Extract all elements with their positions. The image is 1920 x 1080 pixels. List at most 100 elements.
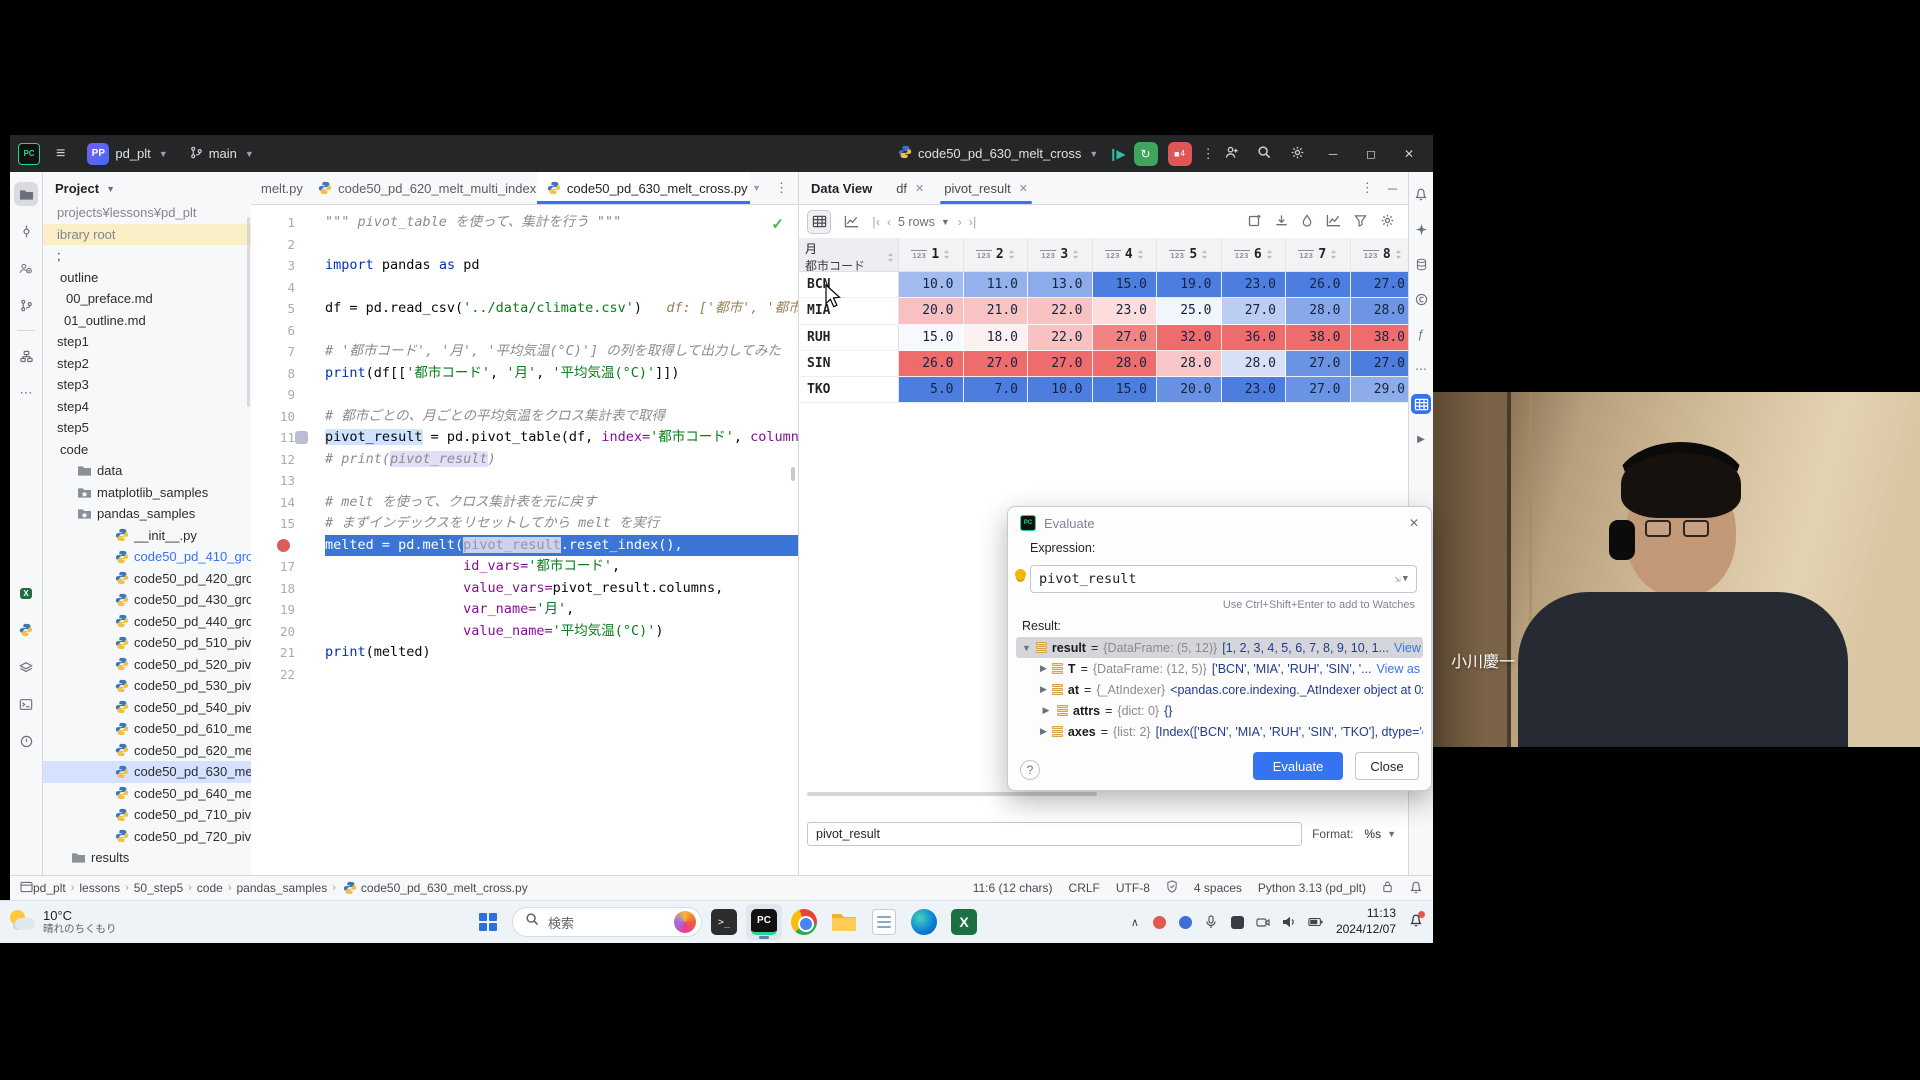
table-cell[interactable]: 13.0 [1028, 272, 1093, 298]
table-cell[interactable]: 38.0 [1286, 325, 1351, 351]
result-tree-row[interactable]: ▶axes = {list: 2} [Index(['BCN', 'MIA', … [1016, 721, 1423, 742]
project-tree-item[interactable]: ; [43, 245, 251, 267]
help-icon[interactable]: ? [1020, 760, 1040, 780]
breakpoint-icon[interactable] [277, 539, 290, 552]
column-header[interactable]: 1234 [1093, 238, 1158, 271]
tray-camera-icon[interactable] [1256, 915, 1271, 930]
project-tree-item[interactable]: code50_pd_420_groupby_multi.py [43, 568, 251, 590]
project-tree-item[interactable]: code50_pd_620_melt_multi_index.py [43, 740, 251, 762]
project-tree-item[interactable]: code50_pd_610_melt.py [43, 718, 251, 740]
problems-tool-icon[interactable] [14, 729, 38, 753]
evaluate-button[interactable]: Evaluate [1253, 752, 1343, 780]
resume-program-button[interactable]: ❙▶ [1108, 147, 1123, 161]
data-view-tab[interactable]: df✕ [886, 172, 934, 204]
notifications-tool-icon[interactable] [1411, 184, 1431, 204]
search-everywhere-icon[interactable] [1257, 145, 1272, 163]
run-configuration-widget[interactable]: code50_pd_630_melt_cross ▼ [898, 145, 1098, 162]
more-tools-icon[interactable]: ⋯ [1411, 359, 1431, 379]
table-cell[interactable]: 26.0 [899, 351, 964, 377]
file-explorer-app-icon[interactable] [826, 904, 862, 940]
vcs-branch-widget[interactable]: main ▼ [184, 143, 260, 165]
view-as-dataframe-link[interactable]: View as DataFrame [1394, 641, 1423, 655]
table-cell[interactable]: 19.0 [1157, 272, 1222, 298]
inspection-shield-icon[interactable] [1166, 880, 1178, 896]
table-cell[interactable]: 25.0 [1157, 298, 1222, 324]
table-cell[interactable]: 22.0 [1028, 325, 1093, 351]
project-tree-item[interactable]: code50_pd_430_groupby_multi_index.py [43, 589, 251, 611]
sciview-tool-icon[interactable]: ƒ [1411, 324, 1431, 344]
table-cell[interactable]: 10.0 [1028, 377, 1093, 403]
project-tree-item[interactable]: code50_pd_440_groupby_amex.py [43, 611, 251, 633]
expand-icon[interactable]: ▶ [1040, 726, 1047, 737]
editor-tab[interactable]: melt.py [251, 172, 308, 204]
edge-app-icon[interactable] [906, 904, 942, 940]
table-cell[interactable]: 27.0 [1093, 325, 1158, 351]
project-tree-item[interactable]: code50_pd_640_melt_cross_multi_lab [43, 783, 251, 805]
python-packages-icon[interactable] [14, 618, 38, 642]
pycharm-app-icon[interactable]: PC [746, 904, 782, 940]
new-table-tab-icon[interactable] [1248, 213, 1262, 230]
project-tree-item[interactable]: code50_pd_540_pivot_table_cross_mu [43, 697, 251, 719]
more-tools-icon[interactable]: ⋯ [14, 381, 38, 405]
table-cell[interactable]: 38.0 [1351, 325, 1410, 351]
settings-gear-icon[interactable] [1290, 145, 1305, 163]
project-tree-item[interactable]: 01_outline.md [43, 310, 251, 332]
more-actions-icon[interactable]: ⋮ [1202, 146, 1215, 162]
table-cell[interactable]: 32.0 [1157, 325, 1222, 351]
run-tool-icon[interactable]: ▶ [1411, 429, 1431, 449]
breadcrumb-item[interactable]: pandas_samples [237, 881, 328, 895]
project-tree-item[interactable]: code50_pd_630_melt_cross.py [43, 761, 251, 783]
project-scrollbar[interactable] [247, 217, 250, 407]
stop-button[interactable]: ■4 [1168, 142, 1192, 166]
table-cell[interactable]: 18.0 [964, 325, 1029, 351]
structure-tool-icon[interactable] [14, 344, 38, 368]
table-h-scrollbar[interactable] [807, 792, 1097, 796]
column-header[interactable]: 1232 [964, 238, 1029, 271]
row-index-cell[interactable]: BCN [799, 272, 899, 298]
project-tree-item[interactable]: step2 [43, 353, 251, 375]
intention-bulb-icon[interactable] [1015, 569, 1026, 580]
copilot-icon[interactable] [674, 911, 696, 933]
table-cell[interactable]: 5.0 [899, 377, 964, 403]
close-button[interactable]: Close [1355, 752, 1419, 780]
project-tree-item[interactable]: code50_pd_520_pivot_table_multi_ind [43, 654, 251, 676]
tray-app-dark-icon[interactable] [1230, 915, 1245, 930]
column-header[interactable]: 1231 [899, 238, 964, 271]
history-chevron-icon[interactable]: ▼ [1403, 574, 1408, 584]
project-tree-item[interactable]: code50_pd_410_groupby.py [43, 546, 251, 568]
table-cell[interactable]: 15.0 [899, 325, 964, 351]
commit-tool-icon[interactable] [14, 219, 38, 243]
table-cell[interactable]: 27.0 [1222, 298, 1287, 324]
breadcrumb-item[interactable]: code50_pd_630_melt_cross.py [361, 881, 528, 895]
file-encoding[interactable]: UTF-8 [1116, 881, 1150, 895]
table-cell[interactable]: 15.0 [1093, 377, 1158, 403]
hidden-icons-chevron[interactable]: ∧ [1131, 916, 1139, 929]
readonly-lock-icon[interactable] [1382, 880, 1393, 896]
tray-volume-icon[interactable] [1282, 915, 1297, 930]
project-tree-item[interactable]: projects¥lessons¥pd_plt [43, 202, 251, 224]
expand-input-icon[interactable]: ⇲ [1395, 574, 1401, 585]
hide-panel-icon[interactable]: ─ [1388, 181, 1397, 196]
notifications-bell-icon[interactable] [1409, 880, 1423, 897]
table-cell[interactable]: 28.0 [1093, 351, 1158, 377]
table-cell[interactable]: 22.0 [1028, 298, 1093, 324]
breadcrumb-item[interactable]: lessons [79, 881, 120, 895]
table-cell[interactable]: 29.0 [1351, 377, 1410, 403]
project-tree-item[interactable]: code50_pd_720_pivot_redundant.py [43, 826, 251, 848]
column-header[interactable]: 1233 [1028, 238, 1093, 271]
taskbar-search[interactable]: 検索 [512, 907, 702, 937]
chart-view-icon[interactable] [839, 210, 863, 234]
column-header[interactable]: 1238 [1351, 238, 1410, 271]
row-index-cell[interactable]: RUH [799, 325, 899, 351]
view-as-dataframe-link[interactable]: View as DataFrame [1377, 662, 1423, 676]
maximize-button[interactable]: ◻ [1361, 147, 1381, 161]
result-tree-row[interactable]: ▼result = {DataFrame: (5, 12)} [1, 2, 3,… [1016, 637, 1423, 658]
weather-widget[interactable]: 10°C 晴れのちくもり [0, 909, 170, 936]
table-cell[interactable]: 23.0 [1093, 298, 1158, 324]
row-index-cell[interactable]: SIN [799, 351, 899, 377]
project-tree-item[interactable]: 00_preface.md [43, 288, 251, 310]
taskbar-clock[interactable]: 11:13 2024/12/07 [1336, 906, 1396, 937]
project-tree-item[interactable]: code50_pd_710_pivot.py [43, 804, 251, 826]
dependencies-tool-icon[interactable] [1411, 289, 1431, 309]
breadcrumb-item[interactable]: code [197, 881, 223, 895]
